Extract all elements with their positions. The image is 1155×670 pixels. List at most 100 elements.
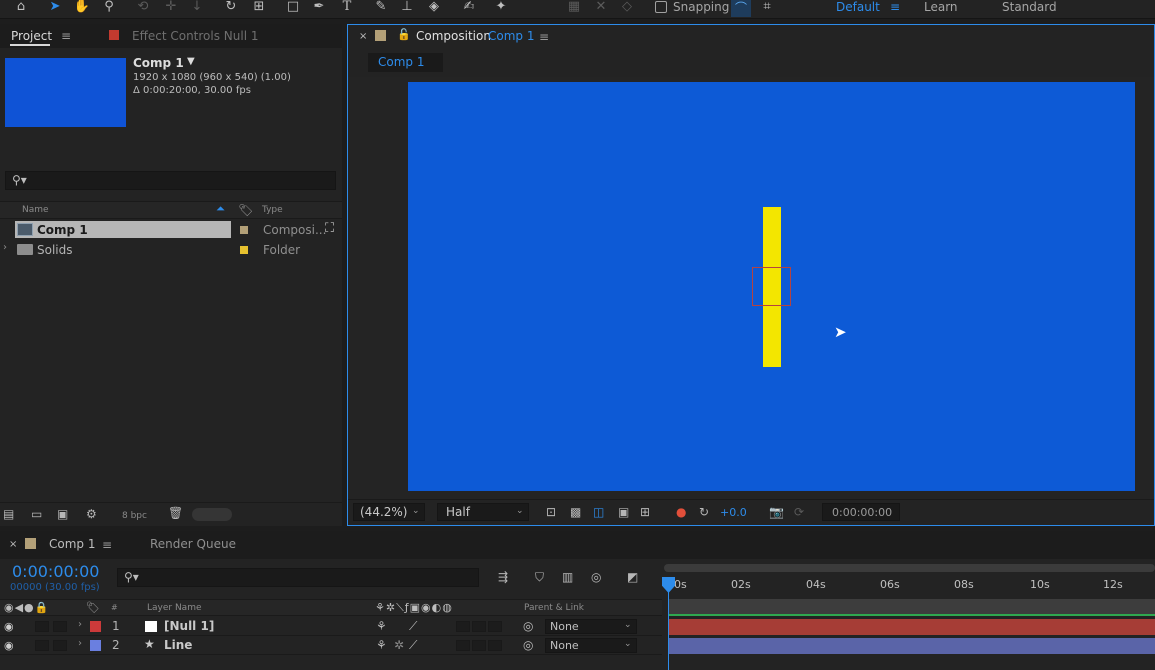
view-axis-icon[interactable]: ◇: [618, 0, 636, 16]
graph-editor-icon[interactable]: ◩: [627, 571, 638, 583]
motion-blur-icon[interactable]: ◎: [591, 571, 601, 583]
audio-toggle[interactable]: [35, 640, 49, 651]
switch-toggle[interactable]: [456, 621, 470, 632]
tab-timeline-comp[interactable]: Comp 1: [49, 537, 95, 551]
label-color-swatch[interactable]: [240, 246, 248, 254]
magnification-dropdown[interactable]: (44.2%) ⌄: [353, 503, 425, 521]
thumbnail-size-slider[interactable]: [192, 508, 232, 521]
dolly-camera-icon[interactable]: ↓: [188, 0, 206, 16]
time-ruler[interactable]: 0s 02s 04s 06s 08s 10s 12s: [664, 575, 1155, 597]
current-time-display[interactable]: 0:00:00:00: [12, 562, 99, 581]
puppet-pin-tool-icon[interactable]: ✦: [492, 0, 510, 16]
column-layer-name[interactable]: Layer Name: [147, 603, 202, 613]
snap-target-icon[interactable]: ⌗: [758, 0, 776, 16]
type-tool-icon[interactable]: T: [338, 0, 356, 16]
expand-chevron-icon[interactable]: ›: [3, 242, 7, 253]
project-settings-icon[interactable]: ⚙: [86, 508, 97, 520]
snap-options-icon[interactable]: ⌒: [731, 0, 751, 17]
zoom-tool-icon[interactable]: ⚲: [100, 0, 118, 16]
sort-ascending-icon[interactable]: ⏶: [216, 202, 225, 216]
new-folder-icon[interactable]: ▭: [31, 508, 42, 520]
tab-effect-controls[interactable]: Effect Controls Null 1: [132, 29, 259, 43]
lock-toggle[interactable]: [53, 640, 67, 651]
tab-composition-name[interactable]: Comp 1: [488, 29, 534, 43]
clone-stamp-tool-icon[interactable]: ⊥: [398, 0, 416, 16]
expand-chevron-icon[interactable]: ›: [78, 619, 82, 630]
switch-toggle[interactable]: [488, 621, 502, 632]
pick-whip-icon[interactable]: ◎: [523, 638, 533, 652]
project-search-input[interactable]: [5, 171, 336, 190]
switch-toggle[interactable]: [456, 640, 470, 651]
lock-icon[interactable]: 🔓: [397, 28, 411, 41]
region-of-interest-icon[interactable]: ▣: [618, 506, 629, 518]
orbit-camera-icon[interactable]: ⟲: [134, 0, 152, 16]
pen-tool-icon[interactable]: ✒: [310, 0, 328, 16]
workspace-standard[interactable]: Standard: [1002, 0, 1057, 14]
rectangle-tool-icon[interactable]: □: [284, 0, 302, 16]
selection-tool-icon[interactable]: ➤: [46, 0, 64, 16]
viewer-timecode[interactable]: 0:00:00:00: [822, 503, 900, 521]
world-axis-icon[interactable]: ✕: [592, 0, 610, 16]
list-item[interactable]: › Solids Folder: [0, 240, 342, 260]
parent-dropdown[interactable]: None ⌄: [545, 619, 637, 634]
layer-label-color[interactable]: [90, 621, 101, 632]
rotation-tool-icon[interactable]: ↻: [222, 0, 240, 16]
quality-switch-icon[interactable]: ⟋: [409, 619, 417, 634]
preview-dropdown-icon[interactable]: ▼: [187, 56, 195, 67]
close-tab-icon[interactable]: ×: [9, 539, 17, 550]
composition-canvas[interactable]: ➤: [408, 82, 1135, 491]
transparency-grid-icon[interactable]: ▩: [570, 506, 581, 518]
layer-name[interactable]: [Null 1]: [164, 619, 214, 633]
layer-duration-bar[interactable]: [668, 638, 1155, 654]
tab-render-queue[interactable]: Render Queue: [150, 537, 236, 551]
snapshot-camera-icon[interactable]: 📷: [769, 506, 784, 518]
pick-whip-icon[interactable]: ◎: [523, 619, 533, 633]
quality-switch-icon[interactable]: ⟋: [409, 638, 417, 653]
preview-comp-name[interactable]: Comp 1: [133, 56, 184, 70]
label-column-icon[interactable]: 🏷: [86, 601, 100, 614]
label-color-swatch[interactable]: [240, 226, 248, 234]
layer-duration-bar[interactable]: [668, 619, 1155, 635]
workspace-learn[interactable]: Learn: [924, 0, 958, 14]
home-icon[interactable]: ⌂: [12, 0, 30, 16]
roto-brush-tool-icon[interactable]: ✍: [460, 0, 478, 16]
fast-previews-icon[interactable]: ⊡: [546, 506, 556, 518]
switch-toggle[interactable]: [472, 640, 486, 651]
close-tab-icon[interactable]: ×: [359, 31, 367, 42]
expand-chevron-icon[interactable]: ›: [78, 638, 82, 649]
local-axis-icon[interactable]: ▦: [565, 0, 583, 16]
lock-toggle[interactable]: [53, 621, 67, 632]
label-column-icon[interactable]: 🏷: [238, 203, 253, 217]
interpret-footage-icon[interactable]: ▤: [3, 508, 14, 520]
visibility-eye-icon[interactable]: ◉: [4, 620, 14, 633]
audio-toggle[interactable]: [35, 621, 49, 632]
table-row[interactable]: ◉ › 1 [Null 1] ⚘ ⟋ ◎ None ⌄: [0, 617, 662, 636]
table-row[interactable]: ◉ › 2 ★ Line ⚘ ✲ ⟋ ◎ None ⌄: [0, 636, 662, 655]
project-menu-icon[interactable]: ≡: [61, 30, 71, 42]
playhead-line[interactable]: [668, 591, 669, 670]
bpc-label[interactable]: 8 bpc: [122, 511, 147, 521]
timeline-menu-icon[interactable]: ≡: [102, 539, 112, 551]
new-composition-icon[interactable]: ▣: [57, 508, 68, 520]
timeline-search-input[interactable]: [117, 568, 479, 587]
parent-dropdown[interactable]: None ⌄: [545, 638, 637, 653]
brush-tool-icon[interactable]: ✎: [372, 0, 390, 16]
list-item[interactable]: Comp 1 Composi... ⛶: [0, 220, 342, 240]
pan-behind-tool-icon[interactable]: ⊞: [250, 0, 268, 16]
hand-tool-icon[interactable]: ✋: [73, 0, 91, 16]
show-snapshot-icon[interactable]: ⟳: [794, 506, 804, 518]
exposure-value[interactable]: +0.0: [720, 506, 747, 519]
composition-mini-flowchart-icon[interactable]: ⇶: [498, 571, 508, 583]
workspace-menu-icon[interactable]: ≡: [890, 0, 900, 14]
visibility-eye-icon[interactable]: ◉: [4, 639, 14, 652]
workspace-default[interactable]: Default: [836, 0, 880, 14]
snapping-checkbox[interactable]: [655, 1, 667, 13]
null-layer-outline[interactable]: [752, 267, 791, 306]
color-channels-icon[interactable]: ●: [676, 506, 686, 518]
eraser-tool-icon[interactable]: ◈: [425, 0, 443, 16]
pan-camera-icon[interactable]: ✛: [162, 0, 180, 16]
resolution-dropdown[interactable]: Half ⌄: [437, 503, 529, 521]
layer-name[interactable]: Line: [164, 638, 192, 652]
composition-menu-icon[interactable]: ≡: [539, 31, 549, 43]
shy-layers-icon[interactable]: ⛉: [535, 571, 544, 583]
